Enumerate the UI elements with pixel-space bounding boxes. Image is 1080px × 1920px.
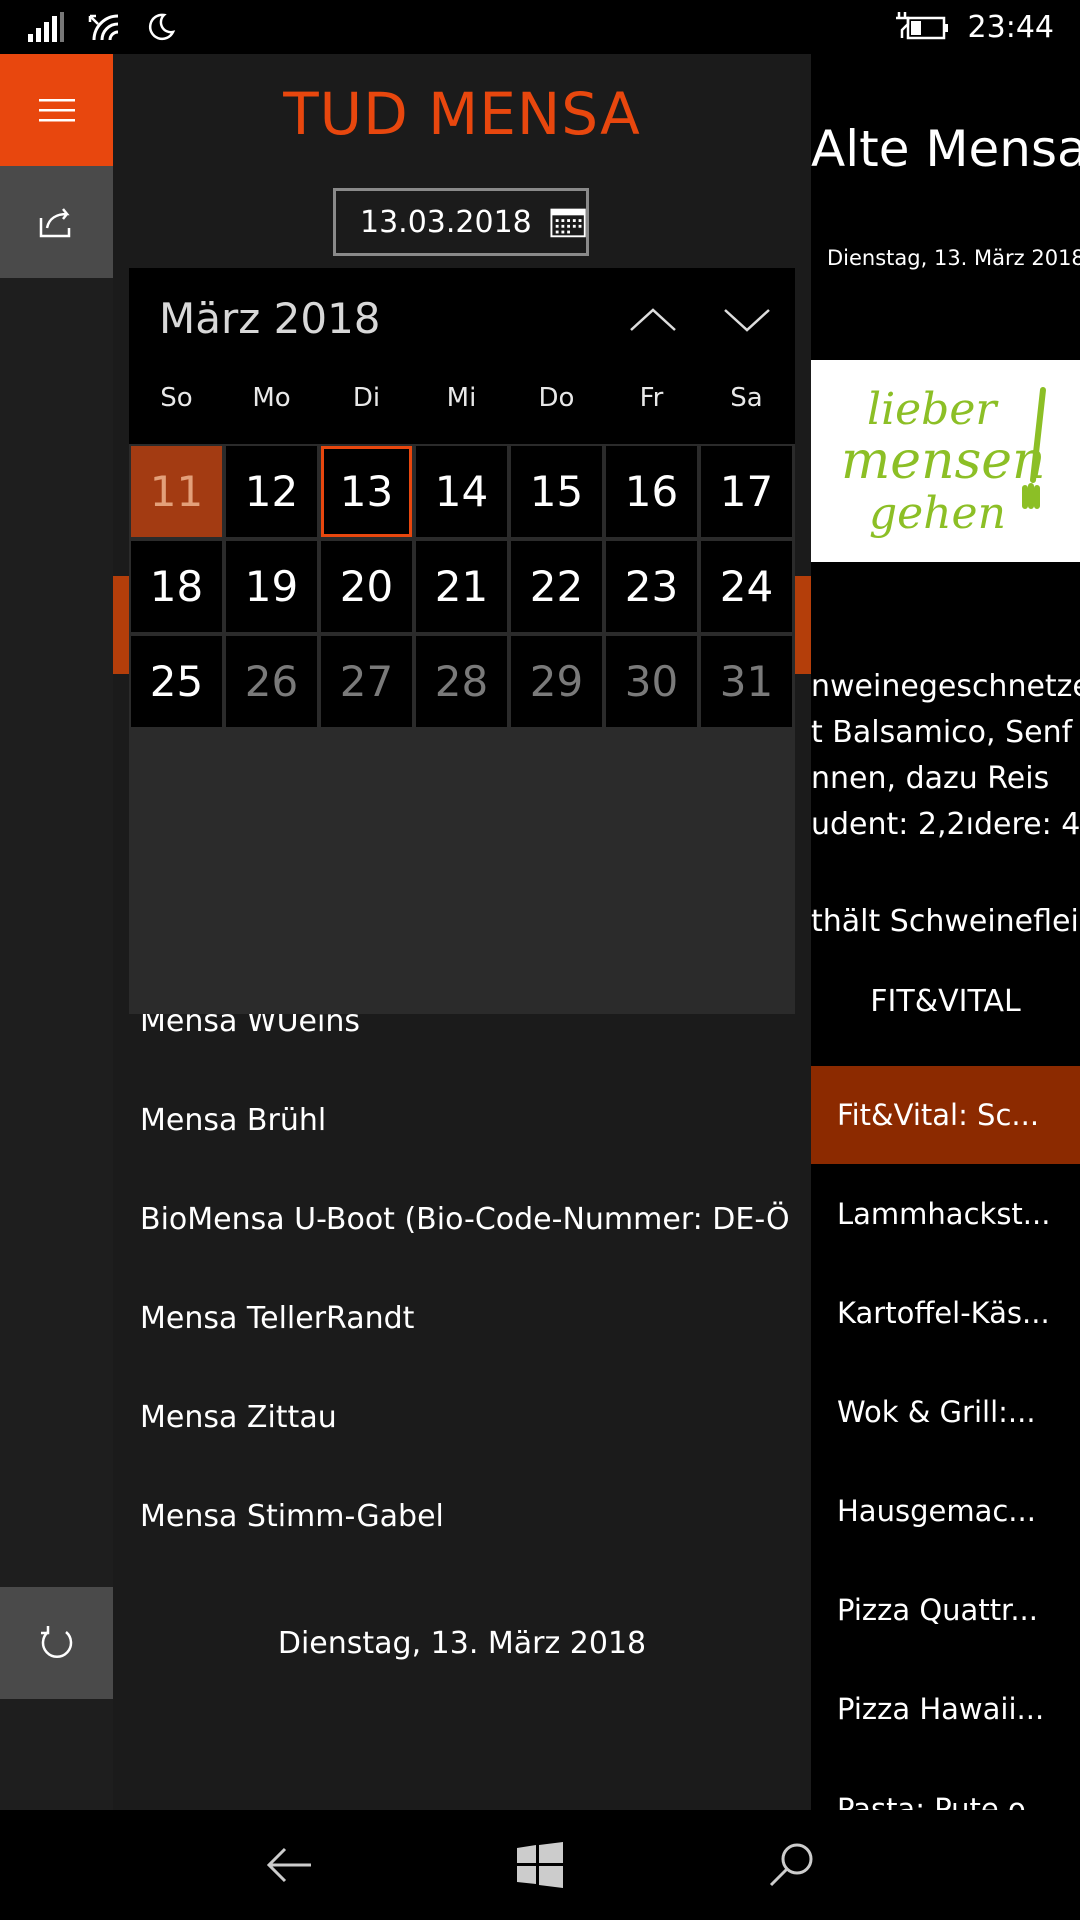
refresh-button[interactable] [0, 1587, 113, 1699]
status-time: 23:44 [967, 9, 1054, 45]
selected-item-accent-right [795, 576, 811, 674]
logo-line-2: mensen [841, 431, 1046, 491]
calendar-day[interactable]: 29 [511, 636, 602, 727]
mensa-title: Alte Mensa [811, 120, 1080, 178]
mensa-list-item[interactable]: Mensa TellerRandt [140, 1301, 414, 1336]
start-button[interactable] [480, 1810, 600, 1920]
calendar-day[interactable]: 25 [131, 636, 222, 727]
calendar-day[interactable]: 19 [226, 541, 317, 632]
next-month-button[interactable] [719, 296, 775, 344]
mensa-list-item[interactable]: Mensa Stimm-Gabel [140, 1499, 444, 1534]
meal-item[interactable]: Pizza Quattr... [811, 1561, 1080, 1659]
meal-description-line: nweinegeschnetzel [811, 669, 1080, 704]
calendar-flyout: März 2018 So Mo Di Mi Do Fr Sa 11 12 13 14 15 16 17 1… [129, 268, 795, 1014]
calendar-day[interactable]: 26 [226, 636, 317, 727]
calendar-day[interactable]: 17 [701, 446, 792, 537]
calendar-header: März 2018 So Mo Di Mi Do Fr Sa [129, 268, 795, 444]
logo-line-1: lieber [867, 384, 999, 435]
share-icon [39, 208, 70, 238]
chevron-up-icon [630, 308, 676, 331]
meal-item-selected[interactable]: Fit&Vital: Sc... [811, 1066, 1080, 1164]
lieber-mensen-gehen-logo: lieber mensen gehen [811, 360, 1080, 562]
calendar-icon [550, 208, 586, 238]
calendar-day[interactable]: 15 [511, 446, 602, 537]
meal-price-line: udent: 2,2ıdere: 4,0 [811, 807, 1080, 842]
calendar-day[interactable]: 20 [321, 541, 412, 632]
section-label: FIT&VITAL [870, 984, 1021, 1019]
weekday-label: Fr [639, 383, 664, 413]
signal-icon [28, 12, 64, 42]
logo-line-3: gehen [869, 488, 1006, 539]
calendar-day[interactable]: 14 [416, 446, 507, 537]
selected-item-accent-left [113, 576, 129, 674]
meal-item[interactable]: Lammhackst... [811, 1165, 1080, 1263]
meal-description: nweinegeschnetzel t Balsamico, Senf u nn… [811, 664, 1080, 848]
meal-item[interactable]: Wok & Grill:... [811, 1363, 1080, 1461]
status-bar: 23:44 [0, 0, 1080, 54]
meal-description-line: nnen, dazu Reis [811, 761, 1050, 796]
calendar-day-today[interactable]: 13 [321, 446, 412, 537]
calendar-day[interactable]: 30 [606, 636, 697, 727]
status-icons-left [28, 8, 176, 46]
status-icons-right: 23:44 [895, 8, 1054, 46]
weekday-label: Do [538, 383, 575, 413]
calendar-day[interactable]: 31 [701, 636, 792, 727]
refresh-icon [40, 1626, 72, 1658]
quiet-hours-moon-icon [148, 13, 176, 41]
mensa-list-item[interactable]: BioMensa U-Boot (Bio-Code-Nummer: DE-Ö [140, 1202, 790, 1237]
calendar-day[interactable]: 23 [606, 541, 697, 632]
previous-month-button[interactable] [625, 296, 681, 344]
meal-contains-note: thält Schweinefleis [811, 904, 1080, 939]
date-picker-field[interactable]: 13.03.2018 [333, 188, 589, 256]
windows-logo-icon [517, 1842, 563, 1888]
meal-item[interactable]: Pasta: Pute o... [811, 1760, 1080, 1810]
meal-description-line: t Balsamico, Senf u [811, 715, 1080, 750]
menu-date: Dienstag, 13. März 2018 [827, 246, 1080, 270]
calendar-month-label[interactable]: März 2018 [159, 294, 381, 343]
calendar-day[interactable]: 27 [321, 636, 412, 727]
meal-item[interactable]: Kartoffel-Käs... [811, 1264, 1080, 1362]
date-picker-value: 13.03.2018 [360, 204, 532, 240]
meal-item[interactable]: Hausgemac... [811, 1462, 1080, 1560]
calendar-day[interactable]: 22 [511, 541, 602, 632]
app-title: TUD MENSA [283, 80, 641, 148]
left-rail [0, 54, 113, 1810]
calendar-day[interactable]: 28 [416, 636, 507, 727]
calendar-day[interactable]: 12 [226, 446, 317, 537]
calendar-day[interactable]: 21 [416, 541, 507, 632]
weekday-label: Di [352, 383, 381, 413]
meal-item[interactable]: Pizza Hawaii... [811, 1660, 1080, 1758]
hamburger-icon [38, 99, 75, 122]
system-nav-bar [0, 1810, 1080, 1920]
weekday-label: Mo [252, 383, 291, 413]
wifi-icon [88, 14, 119, 41]
mensa-list-item[interactable]: Mensa Brühl [140, 1103, 326, 1138]
weekday-label: Sa [730, 383, 763, 413]
calendar-day[interactable]: 24 [701, 541, 792, 632]
drawer-current-date: Dienstag, 13. März 2018 [277, 1626, 647, 1661]
chevron-down-icon [724, 309, 770, 332]
calendar-day-selected[interactable]: 11 [131, 446, 222, 537]
weekday-label: Mi [446, 383, 477, 413]
main-content: Alte Mensa Dienstag, 13. März 2018 liebe… [811, 54, 1080, 1810]
logo-graphic: lieber mensen gehen [841, 384, 1046, 539]
back-button[interactable] [229, 1810, 349, 1920]
share-button[interactable] [0, 166, 113, 278]
calendar-day[interactable]: 16 [606, 446, 697, 537]
search-icon [769, 1843, 813, 1887]
mensa-list-item[interactable]: Mensa Zittau [140, 1400, 337, 1435]
calendar-day[interactable]: 18 [131, 541, 222, 632]
battery-charging-icon [895, 12, 948, 40]
back-arrow-icon [266, 1847, 311, 1883]
search-button[interactable] [731, 1810, 851, 1920]
hamburger-menu-button[interactable] [0, 54, 113, 166]
weekday-label: So [160, 383, 193, 413]
